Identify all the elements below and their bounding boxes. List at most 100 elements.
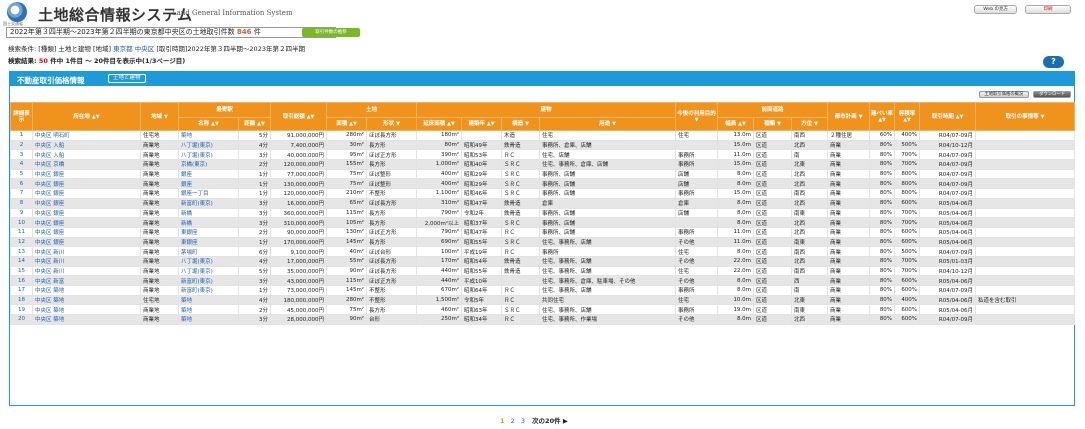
col-circumstances[interactable]: 取引の事情等 ▼ — [975, 102, 1076, 131]
filter-icon[interactable]: ▼ — [695, 117, 699, 123]
filter-icon[interactable]: ▼ — [525, 121, 529, 127]
table-cell[interactable]: 築地 — [178, 130, 239, 141]
table-cell[interactable]: 中央区 入船 — [32, 139, 141, 151]
col-land-area[interactable]: 面積 ▲▼ — [326, 117, 368, 131]
table-cell[interactable]: 中央区 銀座 — [32, 197, 141, 209]
download-button[interactable]: ダウンロード — [1033, 91, 1071, 98]
col-distance[interactable]: 距離 ▲▼ — [237, 117, 272, 131]
sort-icon[interactable]: ▲▼ — [211, 121, 219, 127]
table-cell[interactable]: 12 — [10, 236, 33, 248]
table-cell[interactable]: 茅場町 — [178, 246, 239, 257]
col-road-dir[interactable]: 方位 ▼ — [791, 117, 829, 131]
table-cell[interactable]: 中央区 銀座 — [32, 178, 141, 190]
filter-icon[interactable]: ▼ — [777, 121, 781, 127]
table-cell[interactable]: 18 — [10, 294, 33, 306]
filter-icon[interactable]: ▼ — [814, 121, 818, 127]
table-cell[interactable]: 10 — [10, 217, 33, 228]
search-area-city-link[interactable]: 中央区 — [135, 45, 155, 53]
print-button[interactable]: 印刷 — [1025, 5, 1071, 14]
table-cell[interactable]: 2 — [10, 139, 33, 151]
search-area-pref-link[interactable]: 東京都 — [113, 45, 133, 53]
table-cell[interactable]: 銀座 — [178, 168, 239, 180]
table-cell[interactable]: 新富町(東京) — [178, 285, 239, 296]
table-cell[interactable]: 11 — [10, 226, 33, 238]
web-guide-button[interactable]: Web の見方 — [974, 5, 1017, 14]
table-cell[interactable]: 13 — [10, 246, 33, 257]
filter-icon[interactable]: ▼ — [396, 121, 400, 127]
table-cell[interactable]: 中央区 築地 — [32, 294, 141, 306]
sort-icon[interactable]: ▲▼ — [956, 114, 964, 120]
sort-icon[interactable]: ▲▼ — [92, 114, 100, 120]
table-cell[interactable]: 中央区 銀座 — [32, 188, 141, 199]
table-cell[interactable]: 中央区 築地 — [32, 285, 141, 296]
table-cell[interactable]: 新橋 — [178, 207, 239, 219]
table-cell[interactable]: 4 — [10, 159, 33, 170]
site-title[interactable]: 土地総合情報システム — [38, 4, 193, 25]
table-cell[interactable]: 築地 — [178, 314, 239, 325]
table-cell[interactable]: 八丁堀(東京) — [178, 255, 239, 267]
table-cell[interactable]: 中央区 築地 — [32, 314, 141, 325]
help-icon[interactable]: ? — [1043, 56, 1064, 68]
price-overview-button[interactable]: 土地取引価格の概況 — [978, 91, 1030, 98]
table-cell[interactable]: 新富町(東京) — [178, 275, 239, 286]
table-cell[interactable]: 5 — [10, 168, 33, 180]
filter-icon[interactable]: ▼ — [164, 114, 168, 120]
table-cell[interactable]: 14 — [10, 255, 33, 267]
table-cell[interactable]: 中央区 新富 — [32, 275, 141, 286]
table-cell[interactable]: 八丁堀(東京) — [178, 265, 239, 277]
sort-icon[interactable]: ▲▼ — [903, 117, 911, 123]
table-cell[interactable]: 15 — [10, 265, 33, 277]
table-cell[interactable]: 築地 — [178, 304, 239, 316]
table-cell[interactable]: 築地 — [178, 294, 239, 306]
col-station-name[interactable]: 名称 ▲▼ — [178, 117, 239, 131]
table-cell[interactable]: 中央区 銀座 — [32, 168, 141, 180]
col-use[interactable]: 用途 ▼ — [539, 117, 677, 131]
col-city-plan[interactable]: 都市計画 ▼ — [827, 102, 871, 131]
table-cell[interactable]: 中央区 京橋 — [32, 159, 141, 170]
filter-icon[interactable]: ▼ — [612, 121, 616, 127]
filter-icon[interactable]: ▼ — [859, 114, 863, 120]
table-cell[interactable]: 中央区 新川 — [32, 265, 141, 277]
col-coverage[interactable]: 建ぺい率 ▲▼ — [869, 102, 896, 131]
table-cell[interactable]: 東銀座 — [178, 236, 239, 248]
filter-icon[interactable]: ▼ — [1041, 114, 1045, 120]
col-structure[interactable]: 構造 ▼ — [501, 117, 541, 131]
table-cell[interactable]: 中央区 新川 — [32, 255, 141, 267]
sort-icon[interactable]: ▲▼ — [349, 121, 357, 127]
col-road-width[interactable]: 幅員 ▲▼ — [717, 117, 755, 131]
col-price[interactable]: 取引総額 ▲▼ — [270, 102, 328, 131]
col-location[interactable]: 所在地 ▲▼ — [32, 102, 141, 131]
next-page-link[interactable]: 次の20件 ▶ — [532, 417, 568, 425]
sort-icon[interactable]: ▲▼ — [487, 121, 495, 127]
col-built-year[interactable]: 建築年 ▲▼ — [461, 117, 503, 131]
table-cell[interactable]: 新富町(東京) — [178, 197, 239, 209]
sort-icon[interactable]: ▲▼ — [447, 121, 455, 127]
col-area-type[interactable]: 地域 ▼ — [140, 102, 179, 131]
table-cell[interactable]: 八丁堀(東京) — [178, 139, 239, 151]
table-cell[interactable]: 16 — [10, 275, 33, 286]
col-period[interactable]: 取引時期 ▲▼ — [919, 102, 977, 131]
site-logo-icon[interactable] — [7, 2, 27, 22]
table-cell[interactable]: 9 — [10, 207, 33, 219]
table-cell[interactable]: 京橋(東京) — [178, 159, 239, 170]
trade-trend-button[interactable]: 取引件数の推移 — [302, 28, 360, 37]
col-future-use[interactable]: 今後の利用目的 ▼ — [675, 102, 719, 131]
table-cell[interactable]: 中央区 銀座 — [32, 226, 141, 238]
table-cell[interactable]: 銀座 — [178, 178, 239, 190]
table-cell[interactable]: 八丁堀(東京) — [178, 149, 239, 161]
table-cell[interactable]: 中央区 新川 — [32, 246, 141, 257]
col-far[interactable]: 容積率 ▲▼ — [894, 102, 921, 131]
table-cell[interactable]: 中央区 明石町 — [32, 130, 141, 141]
sort-icon[interactable]: ▲▼ — [257, 121, 265, 127]
table-cell[interactable]: 中央区 築地 — [32, 304, 141, 316]
table-cell[interactable]: 中央区 入船 — [32, 149, 141, 161]
col-road-kind[interactable]: 種類 ▼ — [753, 117, 793, 131]
col-floor-area[interactable]: 延床面積 ▲▼ — [416, 117, 463, 131]
table-cell[interactable]: 3 — [10, 149, 33, 161]
sort-icon[interactable]: ▲▼ — [878, 117, 886, 123]
table-cell[interactable]: 20 — [10, 314, 33, 325]
table-cell[interactable]: 19 — [10, 304, 33, 316]
table-cell[interactable]: 中央区 銀座 — [32, 217, 141, 228]
col-land-shape[interactable]: 形状 ▼ — [366, 117, 418, 131]
sort-icon[interactable]: ▲▼ — [307, 114, 315, 120]
